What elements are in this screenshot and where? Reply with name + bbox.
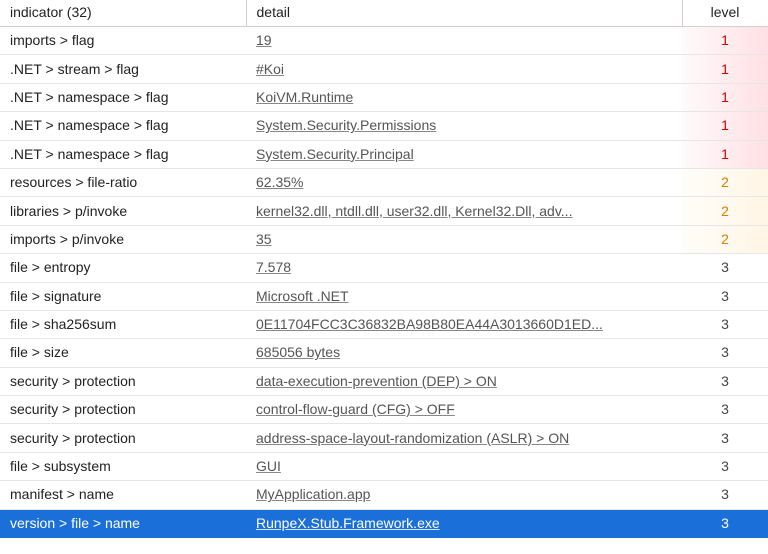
table-row[interactable]: security > protectiondata-execution-prev… (0, 367, 768, 395)
cell-indicator: file > subsystem (0, 452, 246, 480)
cell-level: 3 (682, 396, 768, 424)
cell-level: 3 (682, 339, 768, 367)
cell-detail[interactable]: address-space-layout-randomization (ASLR… (246, 424, 682, 452)
cell-indicator: version > file > name (0, 509, 246, 537)
table-row[interactable]: manifest > nameMyApplication.app3 (0, 481, 768, 509)
cell-indicator: file > sha256sum (0, 310, 246, 338)
table-row[interactable]: file > size685056 bytes3 (0, 339, 768, 367)
cell-detail[interactable]: data-execution-prevention (DEP) > ON (246, 367, 682, 395)
table-row[interactable]: libraries > p/invokekernel32.dll, ntdll.… (0, 197, 768, 225)
cell-indicator: .NET > namespace > flag (0, 112, 246, 140)
header-detail[interactable]: detail (246, 0, 682, 27)
cell-indicator: imports > flag (0, 27, 246, 55)
cell-level: 2 (682, 197, 768, 225)
table-row[interactable]: .NET > stream > flag#Koi1 (0, 55, 768, 83)
table-row[interactable]: resources > file-ratio62.35%2 (0, 168, 768, 196)
indicators-table: indicator (32) detail level imports > fl… (0, 0, 768, 538)
cell-level: 1 (682, 112, 768, 140)
cell-indicator: file > signature (0, 282, 246, 310)
cell-detail[interactable]: System.Security.Principal (246, 140, 682, 168)
cell-level: 1 (682, 55, 768, 83)
cell-detail[interactable]: GUI (246, 452, 682, 480)
cell-indicator: manifest > name (0, 481, 246, 509)
cell-level: 3 (682, 481, 768, 509)
cell-indicator: .NET > namespace > flag (0, 140, 246, 168)
cell-level: 3 (682, 282, 768, 310)
cell-indicator: .NET > stream > flag (0, 55, 246, 83)
cell-indicator: .NET > namespace > flag (0, 83, 246, 111)
table-body: indicator (32) detail level imports > fl… (0, 0, 768, 538)
cell-detail[interactable]: Microsoft .NET (246, 282, 682, 310)
table-row[interactable]: file > entropy7.5783 (0, 254, 768, 282)
table-row[interactable]: file > subsystemGUI3 (0, 452, 768, 480)
cell-indicator: file > size (0, 339, 246, 367)
cell-level: 3 (682, 509, 768, 537)
cell-detail[interactable]: MyApplication.app (246, 481, 682, 509)
cell-detail[interactable]: 62.35% (246, 168, 682, 196)
cell-detail[interactable]: RunpeX.Stub.Framework.exe (246, 509, 682, 537)
cell-indicator: security > protection (0, 396, 246, 424)
cell-level: 3 (682, 452, 768, 480)
cell-indicator: security > protection (0, 424, 246, 452)
table-row[interactable]: imports > flag191 (0, 27, 768, 55)
cell-indicator: imports > p/invoke (0, 225, 246, 253)
header-level[interactable]: level (682, 0, 768, 27)
cell-detail[interactable]: 35 (246, 225, 682, 253)
cell-indicator: libraries > p/invoke (0, 197, 246, 225)
header-indicator[interactable]: indicator (32) (0, 0, 246, 27)
table-row[interactable]: .NET > namespace > flagSystem.Security.P… (0, 112, 768, 140)
cell-detail[interactable]: KoiVM.Runtime (246, 83, 682, 111)
cell-level: 1 (682, 140, 768, 168)
cell-detail[interactable]: 685056 bytes (246, 339, 682, 367)
cell-detail[interactable]: kernel32.dll, ntdll.dll, user32.dll, Ker… (246, 197, 682, 225)
cell-level: 1 (682, 83, 768, 111)
cell-detail[interactable]: 0E11704FCC3C36832BA98B80EA44A3013660D1ED… (246, 310, 682, 338)
cell-level: 3 (682, 310, 768, 338)
table-row[interactable]: imports > p/invoke352 (0, 225, 768, 253)
cell-indicator: security > protection (0, 367, 246, 395)
cell-level: 2 (682, 225, 768, 253)
table-header-row: indicator (32) detail level (0, 0, 768, 27)
cell-level: 3 (682, 254, 768, 282)
cell-detail[interactable]: 7.578 (246, 254, 682, 282)
cell-detail[interactable]: 19 (246, 27, 682, 55)
table-row[interactable]: .NET > namespace > flagKoiVM.Runtime1 (0, 83, 768, 111)
cell-level: 1 (682, 27, 768, 55)
cell-detail[interactable]: System.Security.Permissions (246, 112, 682, 140)
table-row[interactable]: .NET > namespace > flagSystem.Security.P… (0, 140, 768, 168)
table-row[interactable]: security > protectioncontrol-flow-guard … (0, 396, 768, 424)
cell-detail[interactable]: #Koi (246, 55, 682, 83)
table-row[interactable]: file > sha256sum0E11704FCC3C36832BA98B80… (0, 310, 768, 338)
table-row[interactable]: version > file > nameRunpeX.Stub.Framewo… (0, 509, 768, 537)
cell-indicator: file > entropy (0, 254, 246, 282)
cell-level: 3 (682, 367, 768, 395)
cell-indicator: resources > file-ratio (0, 168, 246, 196)
cell-detail[interactable]: control-flow-guard (CFG) > OFF (246, 396, 682, 424)
cell-level: 2 (682, 168, 768, 196)
cell-level: 3 (682, 424, 768, 452)
table-row[interactable]: file > signatureMicrosoft .NET3 (0, 282, 768, 310)
table-row[interactable]: security > protectionaddress-space-layou… (0, 424, 768, 452)
